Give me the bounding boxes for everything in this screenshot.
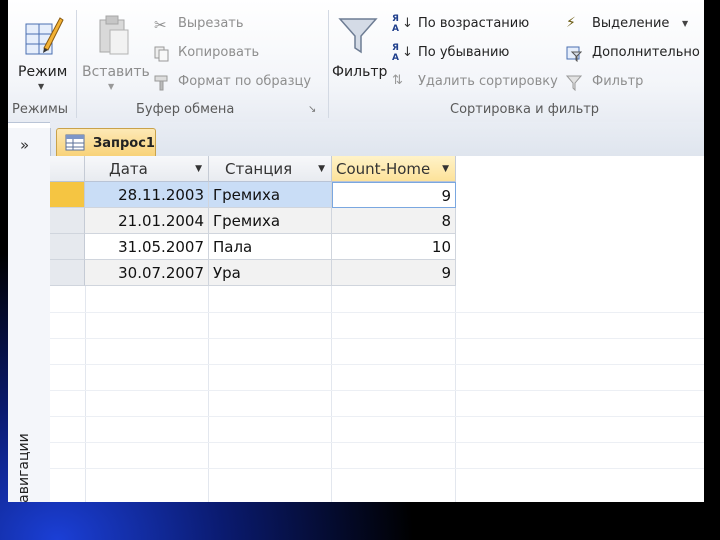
paste-button[interactable]: Вставить ▼ [80,8,150,98]
grid-line [50,416,704,417]
format-painter-button[interactable]: Формат по образцу [154,74,326,94]
cell-station[interactable]: Гремиха [209,182,332,208]
format-painter-icon [154,75,168,91]
cell-station[interactable]: Гремиха [209,208,332,234]
scissors-icon: ✂ [154,16,167,34]
grid-line [50,442,704,443]
chevron-down-icon[interactable]: ▼ [195,156,202,182]
toggle-filter-label: Фильтр [592,74,644,89]
nav-expand-toggle[interactable]: » [20,136,29,154]
advanced-filter-label: Дополнительно [592,45,700,60]
sort-ascending-icon: ЯА [392,14,399,34]
filter-button[interactable]: Фильтр [330,8,388,98]
cell-count-home[interactable]: 9 [332,182,456,208]
record-selector[interactable] [50,234,85,260]
group-separator [328,10,329,118]
record-selector[interactable] [50,260,85,286]
advanced-filter-icon [566,46,582,62]
cell-station[interactable]: Пала [209,234,332,260]
selection-button[interactable]: ⚡ Выделение ▼ [566,15,704,36]
mode-label: Режим [18,64,68,80]
sort-ascending-button[interactable]: ЯА ↓ По возрастанию [392,14,552,36]
grid-line [455,286,456,502]
grid-line [50,338,704,339]
grid-line [50,390,704,391]
grid-line [85,286,86,502]
arrow-down-icon: ↓ [402,16,413,31]
chevron-down-icon: ▼ [682,19,689,28]
chevron-down-icon: ▼ [38,82,45,91]
cell-count-home[interactable]: 10 [332,234,456,260]
chevron-down-icon: ▼ [108,82,115,91]
mode-button[interactable]: Режим ▼ [12,8,72,98]
design-view-icon [25,17,64,55]
grid-line [331,286,332,502]
tab-label: Запрос1 [93,136,155,151]
remove-sort-label: Удалить сортировку [418,74,558,89]
clipboard-group-label: Буфер обмена [136,102,235,117]
grid-line [50,312,704,313]
copy-label: Копировать [178,45,260,60]
sort-filter-group-label: Сортировка и фильтр [450,102,600,117]
group-separator [76,10,77,118]
filter-label: Фильтр [332,64,388,80]
grid-line [208,286,209,502]
funnel-icon [566,75,582,91]
selection-label: Выделение [592,16,670,31]
cell-date[interactable]: 21.01.2004 [85,208,209,234]
copy-icon [154,46,169,62]
copy-button[interactable]: Копировать [154,45,314,65]
column-header-label: Станция [225,160,293,178]
cell-date[interactable]: 30.07.2007 [85,260,209,286]
column-header-label: Дата [109,160,148,178]
record-selector[interactable] [50,208,85,234]
selection-filter-icon: ⚡ [566,15,576,31]
funnel-icon [338,18,378,54]
column-header-date[interactable]: Дата ▼ [85,156,209,182]
views-group-label: Режимы [12,102,69,117]
column-header-label: Count-Home [336,160,431,178]
cell-date[interactable]: 28.11.2003 [85,182,209,208]
dialog-launcher-icon[interactable]: ↘ [308,104,316,115]
access-window: Режим ▼ Режимы Вставить ▼ ✂ Вырезать Коп… [8,0,704,502]
paste-icon [99,15,129,55]
nav-pane-label[interactable]: навигации [16,402,38,502]
paste-label: Вставить [82,64,150,80]
format-painter-label: Формат по образцу [178,74,312,89]
advanced-filter-button[interactable]: Дополнительно [566,45,704,65]
chevron-down-icon[interactable]: ▼ [318,156,325,182]
cell-count-home[interactable]: 9 [332,260,456,286]
column-header-count-home[interactable]: Count-Home ▼ [332,156,456,182]
cell-count-home[interactable]: 8 [332,208,456,234]
toggle-filter-button[interactable]: Фильтр [566,74,704,94]
sort-ascending-label: По возрастанию [418,16,530,31]
sort-descending-button[interactable]: ЯА ↓ По убыванию [392,43,552,65]
remove-sort-button[interactable]: ⇅ Удалить сортировку [392,73,572,94]
tab-query1[interactable]: Запрос1 [56,128,156,157]
navigation-pane: » навигации [8,128,51,502]
datasheet: Дата ▼ Станция ▼ Count-Home ▼ 28.11.2003… [50,156,704,502]
cut-label: Вырезать [178,16,244,31]
arrow-down-icon: ↓ [402,45,413,60]
chevron-down-icon[interactable]: ▼ [442,156,449,182]
sort-descending-icon: ЯА [392,43,399,63]
query-icon [65,134,85,151]
cut-button[interactable]: ✂ Вырезать [154,16,314,36]
ribbon: Режим ▼ Режимы Вставить ▼ ✂ Вырезать Коп… [8,0,704,123]
clear-sort-icon: ⇅ [392,73,403,88]
document-tab-strip: Запрос1 [50,122,704,157]
grid-line [50,468,704,469]
record-selector[interactable] [50,182,85,208]
grid-line [50,364,704,365]
column-header-station[interactable]: Станция ▼ [209,156,332,182]
sort-descending-label: По убыванию [418,45,510,60]
select-all-corner[interactable] [50,156,85,182]
cell-station[interactable]: Ура [209,260,332,286]
cell-date[interactable]: 31.05.2007 [85,234,209,260]
